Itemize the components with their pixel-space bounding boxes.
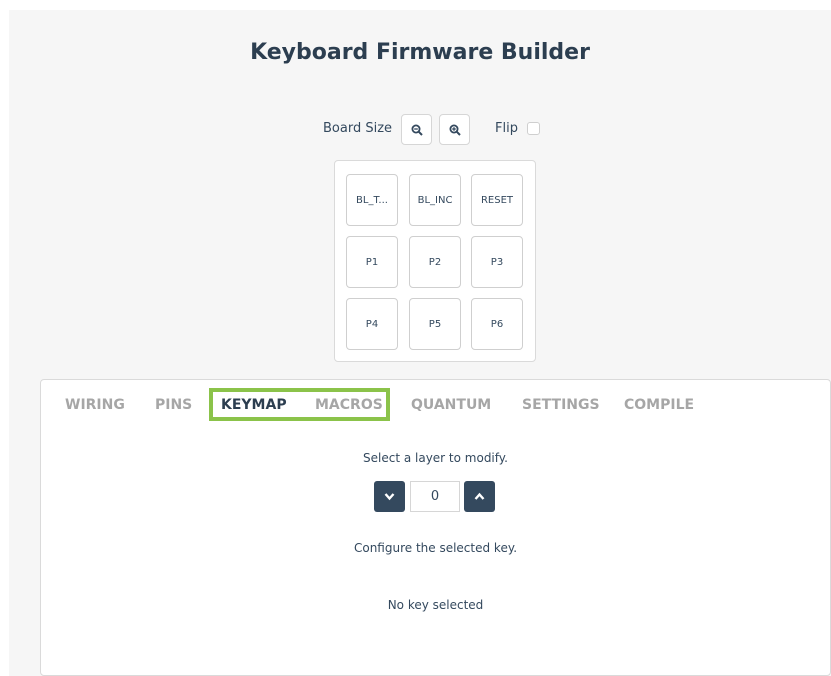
key-p3[interactable]: P3 [471,236,523,288]
select-layer-text: Select a layer to modify. [363,451,508,465]
tab-settings[interactable]: SETTINGS [522,397,600,413]
tab-macros[interactable]: MACROS [315,397,383,413]
tab-pins[interactable]: PINS [155,397,192,413]
key-p4[interactable]: P4 [346,298,398,350]
zoom-in-icon [449,124,461,136]
key-p2[interactable]: P2 [409,236,461,288]
layer-number-input[interactable] [410,481,460,512]
layer-up-button[interactable] [464,481,495,512]
chevron-up-icon [474,492,485,500]
tab-quantum[interactable]: QUANTUM [411,397,491,413]
key-p6[interactable]: P6 [471,298,523,350]
key-p1[interactable]: P1 [346,236,398,288]
tab-compile[interactable]: COMPILE [624,397,694,413]
no-key-selected-text: No key selected [387,598,484,612]
page-title: Keyboard Firmware Builder [250,40,590,65]
page-background: Keyboard Firmware Builder Board Size Fli… [9,10,831,676]
board-size-label: Board Size [323,121,393,136]
keyboard-board: BL_T... BL_INC RESET P1 P2 P3 P4 P5 P6 [334,160,536,362]
flip-label: Flip [495,121,518,136]
tab-wiring[interactable]: WIRING [65,397,125,413]
configure-key-text: Configure the selected key. [353,541,518,555]
key-p5[interactable]: P5 [409,298,461,350]
key-bl-toggle[interactable]: BL_T... [346,174,398,226]
tab-keymap[interactable]: KEYMAP [221,397,287,413]
key-bl-inc[interactable]: BL_INC [409,174,461,226]
key-reset[interactable]: RESET [471,174,523,226]
settings-panel: WIRING PINS KEYMAP MACROS QUANTUM SETTIN… [40,379,831,676]
zoom-in-button[interactable] [439,114,470,145]
zoom-out-button[interactable] [401,114,432,145]
zoom-out-icon [411,124,423,136]
layer-down-button[interactable] [374,481,405,512]
board-toolbar: Board Size Flip [9,114,831,145]
chevron-down-icon [384,493,395,501]
flip-checkbox[interactable] [527,122,540,135]
